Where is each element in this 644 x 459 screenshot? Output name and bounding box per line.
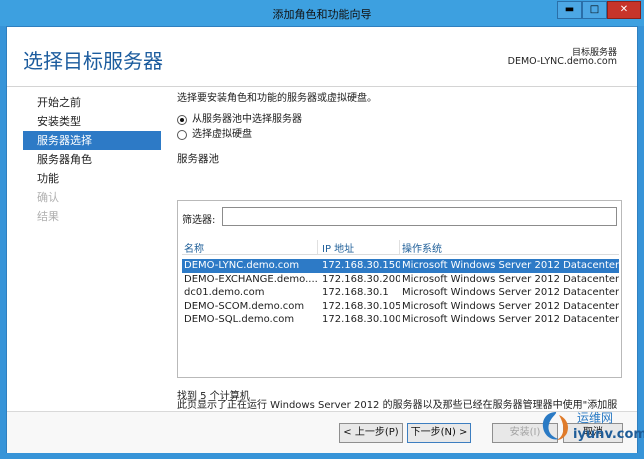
filter-label: 筛选器: [182,215,216,226]
page-title: 选择目标服务器 [23,49,163,73]
intro-text: 选择要安装角色和功能的服务器或虚拟硬盘。 [177,93,377,104]
nav-item-features[interactable]: 功能 [23,169,161,188]
wizard-client: 选择目标服务器 目标服务器 DEMO-LYNC.demo.com 开始之前 安装… [6,26,644,453]
wizard-nav: 开始之前 安装类型 服务器选择 服务器角色 功能 确认 结果 [23,93,161,226]
table-row[interactable]: DEMO-SCOM.demo.com 172.168.30.105 Micros… [182,300,619,314]
nav-item-before-you-begin[interactable]: 开始之前 [23,93,161,112]
radio-server-pool[interactable] [177,114,187,125]
table-row[interactable]: DEMO-EXCHANGE.demo.... 172.168.30.200 Mi… [182,273,619,287]
server-grid-header: 名称 IP 地址 操作系统 [182,237,619,255]
cell-ip: 172.168.30.150 [322,260,400,271]
table-row[interactable]: dc01.demo.com 172.168.30.1 Microsoft Win… [182,286,619,300]
site-watermark: 运维网 iyunv.com [539,409,644,447]
cell-name: DEMO-SCOM.demo.com [184,300,305,312]
previous-button[interactable]: < 上一步(P) [339,423,403,443]
column-header-ip[interactable]: IP 地址 [322,240,400,255]
cell-os: Microsoft Windows Server 2012 Datacenter [402,300,619,312]
cell-os: Microsoft Windows Server 2012 Datacenter [402,287,619,298]
cell-ip: 172.168.30.105 [322,300,400,312]
wizard-footer: < 上一步(P) 下一步(N) > 安装(I) 取消 运维网 iyunv.com [7,409,644,453]
cell-os: Microsoft Windows Server 2012 Datacenter [402,314,619,325]
watermark-url: iyunv.com [573,427,644,442]
title-bar[interactable]: 添加角色和功能向导 ▬ □ ✕ [0,0,644,26]
column-header-name[interactable]: 名称 [184,240,318,255]
nav-item-installation-type[interactable]: 安装类型 [23,112,161,131]
close-button[interactable]: ✕ [607,1,641,19]
table-row[interactable]: DEMO-LYNC.demo.com 172.168.30.150 Micros… [182,259,619,273]
nav-item-results: 结果 [37,210,59,223]
destination-server-value: DEMO-LYNC.demo.com [507,56,617,67]
nav-item-server-roles[interactable]: 服务器角色 [23,150,161,169]
cell-os: Microsoft Windows Server 2012 Datacenter [402,260,619,271]
cell-os: Microsoft Windows Server 2012 Datacenter [402,273,619,285]
server-pool-panel: 筛选器: 名称 IP 地址 操作系统 DEMO-LYNC.demo.com 17… [177,200,622,378]
table-row[interactable]: DEMO-SQL.demo.com 172.168.30.100 Microso… [182,313,619,327]
cell-name: DEMO-SQL.demo.com [184,314,295,325]
cell-name: DEMO-EXCHANGE.demo.... [184,273,318,285]
cell-ip: 172.168.30.1 [322,287,389,298]
radio-row-server-pool[interactable]: 从服务器池中选择服务器 [177,112,622,127]
server-pool-label: 服务器池 [177,153,219,165]
cell-name: dc01.demo.com [184,287,265,298]
wizard-header: 选择目标服务器 目标服务器 DEMO-LYNC.demo.com [7,27,637,87]
nav-item-confirmation: 确认 [37,191,59,204]
window-title: 添加角色和功能向导 [272,8,372,21]
maximize-button[interactable]: □ [582,1,607,19]
server-grid-rows: DEMO-LYNC.demo.com 172.168.30.150 Micros… [182,259,619,327]
radio-vhd[interactable] [177,129,187,140]
filter-input[interactable] [222,207,617,226]
cell-ip: 172.168.30.100 [322,314,400,325]
watermark-site-name: 运维网 [577,411,614,425]
nav-item-server-selection[interactable]: 服务器选择 [23,131,161,150]
cell-name: DEMO-LYNC.demo.com [184,260,300,271]
next-button[interactable]: 下一步(N) > [407,423,471,443]
radio-vhd-label: 选择虚拟硬盘 [192,129,252,140]
minimize-button[interactable]: ▬ [557,1,582,19]
radio-row-vhd[interactable]: 选择虚拟硬盘 [177,127,622,142]
wizard-window: 添加角色和功能向导 ▬ □ ✕ 选择目标服务器 目标服务器 DEMO-LYNC.… [0,0,644,459]
filter-row: 筛选器: [182,207,617,229]
radio-server-pool-label: 从服务器池中选择服务器 [192,114,302,125]
column-header-os[interactable]: 操作系统 [402,240,619,255]
wizard-content: 选择要安装角色和功能的服务器或虚拟硬盘。 从服务器池中选择服务器 选择虚拟硬盘 … [177,89,622,424]
watermark-logo-icon [542,412,569,440]
cell-ip: 172.168.30.200 [322,273,400,285]
